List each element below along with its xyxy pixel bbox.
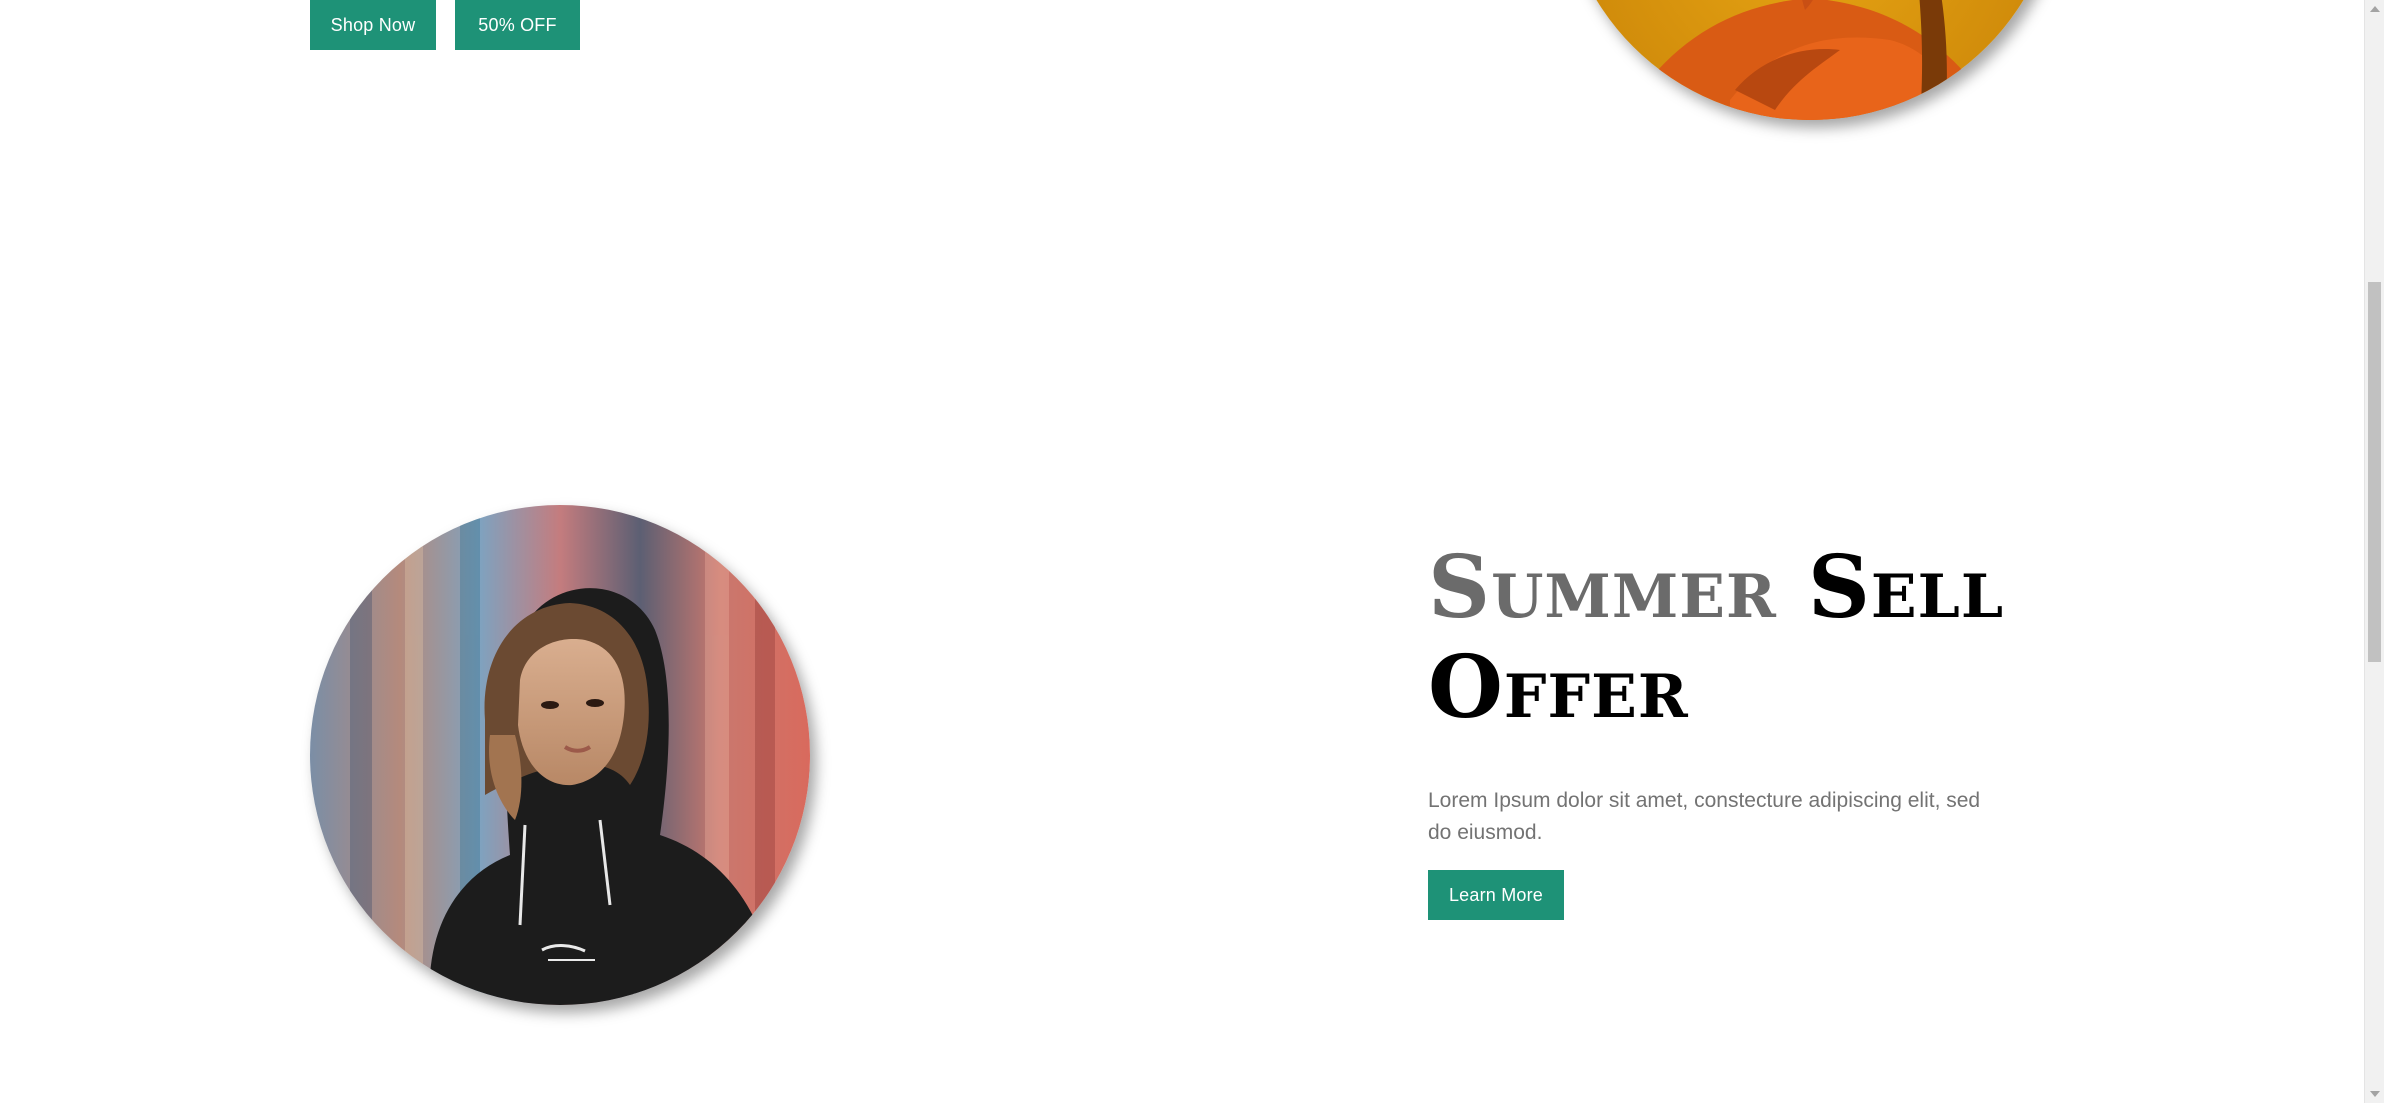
shop-now-button[interactable]: Shop Now — [310, 0, 436, 50]
offer-title: Summer Sell Offer — [1428, 538, 2048, 738]
offer-title-part3: Offer — [1428, 637, 1689, 738]
offer-title-part2: Sell — [1807, 537, 2005, 638]
chevron-down-icon[interactable] — [2370, 1091, 2380, 1097]
offer-title-part1: Summer — [1428, 537, 1777, 638]
hero-model-image — [1560, 0, 2060, 120]
learn-more-button[interactable]: Learn More — [1428, 870, 1564, 920]
offer-description: Lorem Ipsum dolor sit amet, constecture … — [1428, 789, 1981, 844]
scrollbar[interactable] — [2364, 0, 2384, 1103]
chevron-up-icon[interactable] — [2370, 6, 2380, 12]
offer-model-image — [310, 505, 810, 1005]
scrollbar-thumb[interactable] — [2368, 282, 2381, 662]
discount-button[interactable]: 50% OFF — [455, 0, 580, 50]
page: Shop Now 50% OFF Summer Sell Offer Lorem… — [0, 0, 2384, 1103]
